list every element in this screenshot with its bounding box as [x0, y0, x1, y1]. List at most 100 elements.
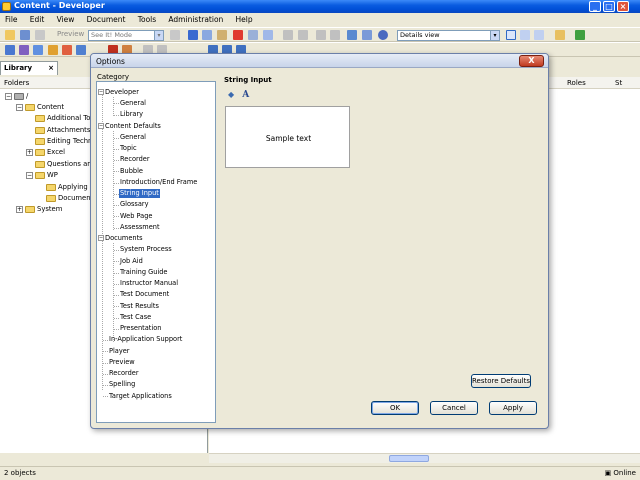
collapse-icon[interactable]: − [16, 103, 23, 111]
menu-edit[interactable]: Edit [25, 13, 50, 26]
collapse-icon[interactable]: − [98, 123, 104, 129]
section-icon[interactable] [19, 45, 29, 55]
mode-select[interactable]: See It! Mode ▾ [88, 30, 164, 41]
category-training-guide[interactable]: Training Guide [120, 268, 167, 277]
check-icon[interactable] [362, 30, 372, 40]
category-glossary[interactable]: Glossary [120, 200, 149, 209]
layout-2-icon[interactable] [520, 30, 530, 40]
web-page-icon[interactable] [48, 45, 58, 55]
expand-icon[interactable]: + [26, 148, 33, 156]
collapse-icon[interactable]: − [98, 89, 104, 95]
category-system-process[interactable]: System Process [120, 245, 172, 254]
package-icon[interactable] [62, 45, 72, 55]
tree-item-questions[interactable]: Questions and [35, 160, 96, 168]
collapse-icon[interactable]: − [5, 92, 12, 100]
ok-button[interactable]: OK [371, 401, 419, 415]
category-instructor-manual[interactable]: Instructor Manual [120, 279, 178, 288]
category-content-general[interactable]: General [120, 133, 146, 142]
collapse-icon[interactable]: − [26, 171, 33, 179]
tree-item-documents[interactable]: Documen [46, 194, 91, 202]
tree-item-additional-topics[interactable]: Additional Top [35, 114, 95, 122]
window-close-button[interactable]: × [617, 1, 629, 12]
menu-view[interactable]: View [52, 13, 80, 26]
scrollbar-thumb[interactable] [389, 455, 429, 462]
collapse-icon[interactable]: − [98, 235, 104, 241]
tree-item-content[interactable]: − Content [16, 103, 64, 111]
save-icon[interactable] [35, 30, 45, 40]
category-in-application-support[interactable]: In-Application Support [109, 335, 182, 344]
category-preview[interactable]: Preview [109, 358, 135, 367]
find-icon[interactable] [263, 30, 273, 40]
category-string-input[interactable]: String Input [119, 189, 160, 198]
collapse-icon[interactable] [330, 30, 340, 40]
properties-icon[interactable] [248, 30, 258, 40]
column-roles[interactable]: Roles [567, 79, 586, 87]
tab-library[interactable]: Library × [0, 61, 58, 75]
expand-icon[interactable]: + [16, 205, 23, 213]
category-test-document[interactable]: Test Document [120, 290, 169, 299]
category-content-recorder[interactable]: Recorder [120, 155, 150, 164]
category-target-applications[interactable]: Target Applications [109, 392, 172, 401]
dialog-close-button[interactable]: X [519, 55, 544, 67]
horizontal-scrollbar[interactable] [209, 453, 640, 463]
expand-icon[interactable] [316, 30, 326, 40]
category-developer-general[interactable]: General [120, 99, 146, 108]
publish-icon[interactable] [347, 30, 357, 40]
tree-item-system[interactable]: + System [16, 205, 62, 213]
tree-item-editing-techniques[interactable]: Editing Techni [35, 137, 94, 145]
undo-icon[interactable] [283, 30, 293, 40]
layout-1-icon[interactable] [506, 30, 516, 40]
redo-icon[interactable] [298, 30, 308, 40]
category-web-page[interactable]: Web Page [120, 212, 152, 221]
paste-icon[interactable] [217, 30, 227, 40]
cancel-button[interactable]: Cancel [430, 401, 478, 415]
topic-icon[interactable] [33, 45, 43, 55]
category-job-aid[interactable]: Job Aid [120, 257, 143, 266]
close-icon[interactable]: × [48, 64, 54, 72]
category-documents[interactable]: − Documents [98, 234, 143, 243]
fill-color-icon[interactable]: ◆ [228, 90, 237, 99]
category-presentation[interactable]: Presentation [120, 324, 161, 333]
category-topic[interactable]: Topic [120, 144, 137, 153]
maximize-button[interactable]: □ [603, 1, 615, 12]
apply-button[interactable]: Apply [489, 401, 537, 415]
view-select[interactable]: Details view ▾ [397, 30, 500, 41]
tree-item-attachments[interactable]: Attachments [35, 126, 90, 134]
minimize-button[interactable]: _ [589, 1, 601, 12]
tree-item-root[interactable]: − / [5, 92, 28, 100]
category-spelling[interactable]: Spelling [109, 380, 135, 389]
check-in-icon[interactable] [555, 30, 565, 40]
category-content-defaults[interactable]: − Content Defaults [98, 122, 161, 131]
tree-item-excel[interactable]: + Excel [26, 148, 65, 156]
category-test-case[interactable]: Test Case [120, 313, 151, 322]
category-recorder[interactable]: Recorder [109, 369, 139, 378]
help-icon[interactable] [378, 30, 388, 40]
copy-icon[interactable] [202, 30, 212, 40]
glossary-icon[interactable] [76, 45, 86, 55]
category-bubble[interactable]: Bubble [120, 167, 143, 176]
record-icon[interactable] [170, 30, 180, 40]
column-status[interactable]: St [615, 79, 622, 87]
open-icon[interactable] [20, 30, 30, 40]
category-developer[interactable]: − Developer [98, 88, 139, 97]
menu-document[interactable]: Document [82, 13, 131, 26]
tree-item-wp[interactable]: − WP [26, 171, 58, 179]
delete-icon[interactable] [233, 30, 243, 40]
menu-file[interactable]: File [0, 13, 23, 26]
cut-icon[interactable] [188, 30, 198, 40]
category-assessment[interactable]: Assessment [120, 223, 160, 232]
module-icon[interactable] [5, 45, 15, 55]
menu-help[interactable]: Help [231, 13, 258, 26]
new-icon[interactable] [5, 30, 15, 40]
category-library[interactable]: Library [120, 110, 143, 119]
category-player[interactable]: Player [109, 347, 130, 356]
tree-item-applying[interactable]: Applying F [46, 183, 94, 191]
category-test-results[interactable]: Test Results [120, 302, 159, 311]
layout-3-icon[interactable] [534, 30, 544, 40]
category-intro-end-frame[interactable]: Introduction/End Frame [120, 178, 197, 187]
restore-defaults-button[interactable]: Restore Defaults [471, 374, 531, 388]
menu-administration[interactable]: Administration [163, 13, 228, 26]
preview-button[interactable]: Preview [57, 30, 84, 38]
menu-tools[interactable]: Tools [133, 13, 161, 26]
refresh-icon[interactable] [575, 30, 585, 40]
